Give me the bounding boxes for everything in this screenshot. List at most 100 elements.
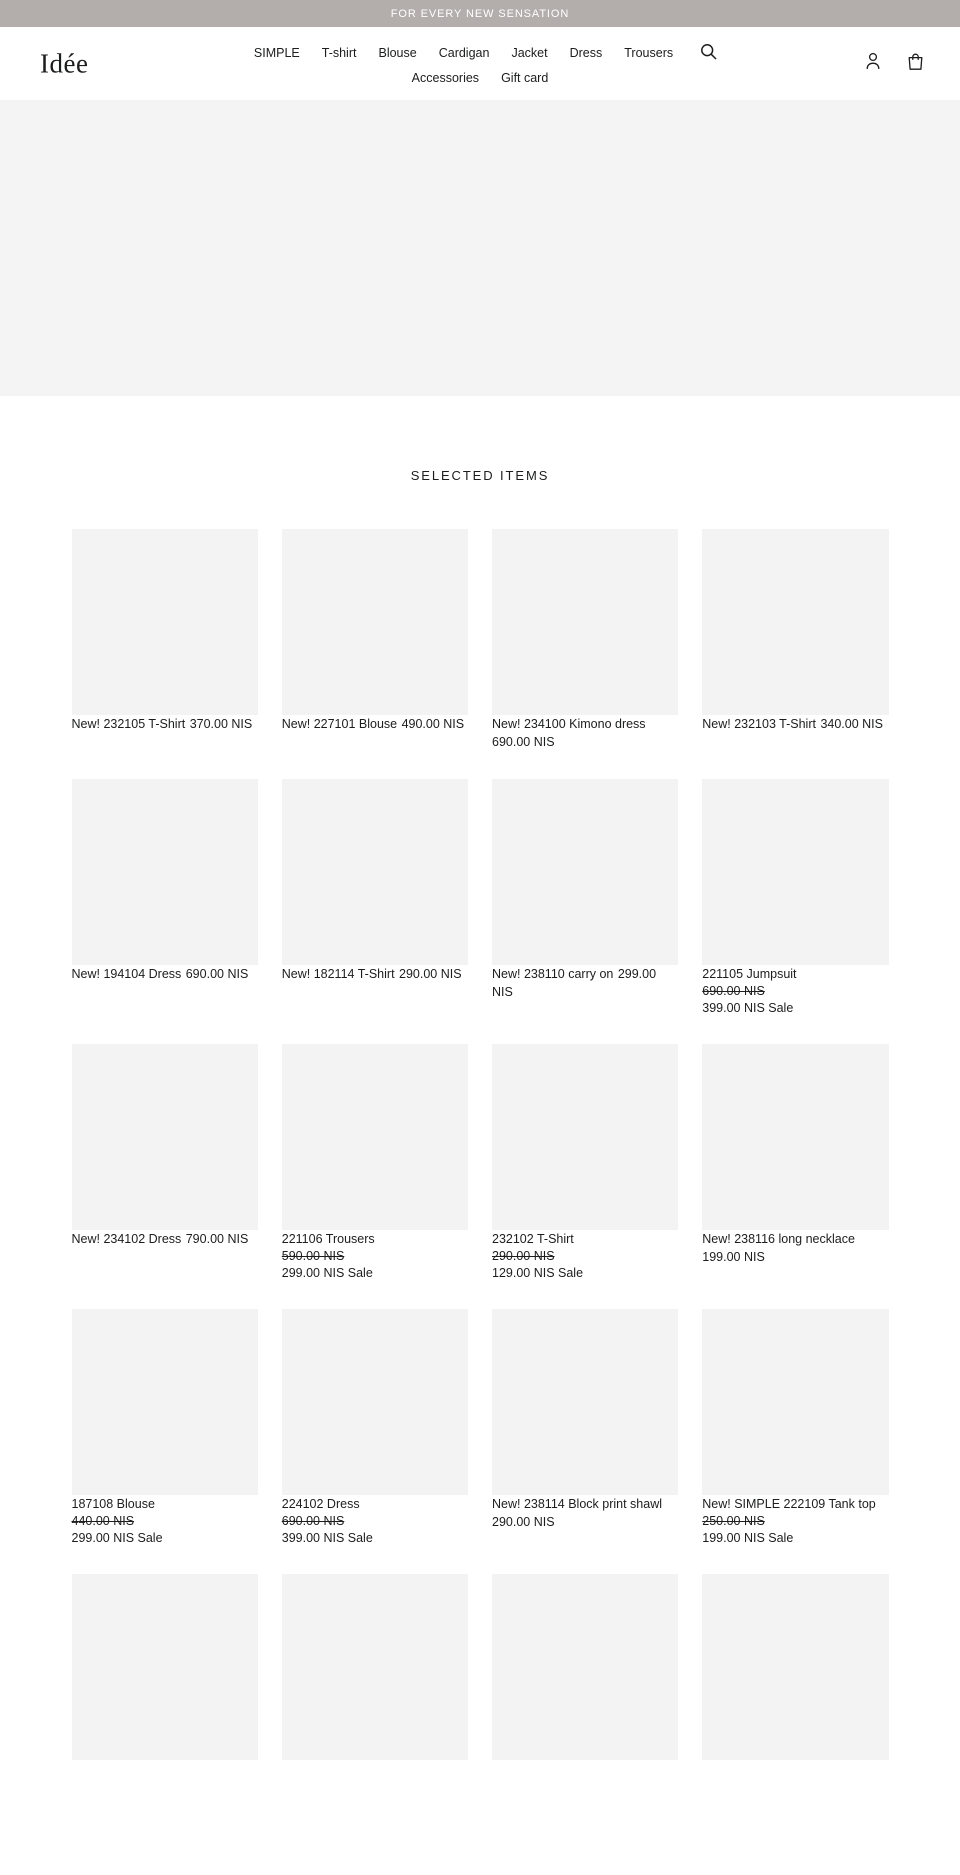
product-image xyxy=(281,779,468,965)
price-sale: 299.00 NIS Sale xyxy=(281,1265,373,1280)
section-title: SELECTED ITEMS xyxy=(410,468,550,483)
product-card[interactable]: New! 234100 Kimono dress 690.00 NIS xyxy=(492,529,679,751)
cart-icon xyxy=(907,52,924,76)
product-info: New! 232103 T-Shirt 340.00 NIS xyxy=(702,702,883,732)
price-regular: 290.00 NIS xyxy=(399,967,462,981)
product-title: New! SIMPLE 222109 Tank top xyxy=(702,1497,876,1511)
product-price: 690.00 NIS xyxy=(492,735,555,749)
product-card[interactable] xyxy=(281,1574,468,1760)
product-title: New! 238114 Block print shawl xyxy=(492,1497,662,1511)
product-card[interactable]: 221106 Trousers 590.00 NIS 299.00 NIS Sa… xyxy=(281,1044,468,1281)
product-card[interactable]: 224102 Dress 690.00 NIS 399.00 NIS Sale xyxy=(281,1309,468,1546)
product-card[interactable]: New! SIMPLE 222109 Tank top 250.00 NIS 1… xyxy=(702,1309,889,1546)
product-image xyxy=(281,1574,468,1760)
nav-item-tshirt[interactable]: T-shirt xyxy=(311,46,368,61)
price-compare-at: 250.00 NIS xyxy=(702,1514,765,1528)
product-price: 340.00 NIS xyxy=(820,717,883,731)
product-title: New! 234102 Dress xyxy=(71,1232,182,1246)
product-image xyxy=(71,1309,258,1495)
price-sale: 399.00 NIS Sale xyxy=(702,1000,794,1015)
price-sale: 399.00 NIS Sale xyxy=(281,1530,373,1545)
product-card[interactable] xyxy=(492,1574,679,1760)
product-card[interactable]: New! 232103 T-Shirt 340.00 NIS xyxy=(702,529,889,751)
nav-item-simple[interactable]: SIMPLE xyxy=(243,46,311,61)
product-card[interactable]: New! 182114 T-Shirt 290.00 NIS xyxy=(281,779,468,1016)
search-button[interactable] xyxy=(684,43,717,63)
nav-item-dress[interactable]: Dress xyxy=(559,46,614,61)
product-card[interactable]: New! 238114 Block print shawl 290.00 NIS xyxy=(492,1309,679,1546)
price-regular: 490.00 NIS xyxy=(401,717,465,731)
price-regular: 790.00 NIS xyxy=(185,1232,249,1246)
product-image xyxy=(492,779,679,965)
product-price: 590.00 NIS 299.00 NIS Sale xyxy=(282,1248,468,1281)
product-image xyxy=(281,1309,468,1495)
product-title: New! 238110 carry on xyxy=(492,967,614,981)
price-regular: 340.00 NIS xyxy=(820,717,883,731)
product-info: New! 234102 Dress 790.00 NIS xyxy=(72,1217,249,1247)
nav-item-jacket[interactable]: Jacket xyxy=(500,46,558,61)
nav-item-trousers[interactable]: Trousers xyxy=(613,46,684,61)
main-navigation: SIMPLE T-shirt Blouse Cardigan Jacket Dr… xyxy=(0,27,960,100)
price-sale: 129.00 NIS Sale xyxy=(492,1265,584,1280)
product-card[interactable]: New! 194104 Dress 690.00 NIS xyxy=(71,779,258,1016)
cart-button[interactable] xyxy=(903,48,928,80)
product-info: New! 182114 T-Shirt 290.00 NIS xyxy=(282,952,462,982)
nav-row-primary: SIMPLE T-shirt Blouse Cardigan Jacket Dr… xyxy=(243,43,717,63)
product-image xyxy=(702,779,889,965)
product-price: 250.00 NIS 199.00 NIS Sale xyxy=(702,1513,888,1546)
price-sale: 299.00 NIS Sale xyxy=(71,1530,163,1545)
product-card[interactable]: 187108 Blouse 440.00 NIS 299.00 NIS Sale xyxy=(71,1309,258,1546)
product-price: 690.00 NIS 399.00 NIS Sale xyxy=(702,983,888,1016)
product-image xyxy=(71,779,258,965)
product-info: New! SIMPLE 222109 Tank top 250.00 NIS 1… xyxy=(702,1482,888,1546)
price-compare-at: 590.00 NIS xyxy=(281,1249,345,1263)
product-title: New! 232103 T-Shirt xyxy=(702,717,816,731)
product-price: 440.00 NIS 299.00 NIS Sale xyxy=(72,1513,258,1546)
nav-item-cardigan[interactable]: Cardigan xyxy=(428,46,501,61)
product-price: 199.00 NIS xyxy=(702,1250,765,1264)
price-regular: 690.00 NIS xyxy=(185,967,249,981)
price-regular: 690.00 NIS xyxy=(492,735,555,749)
product-image xyxy=(492,529,679,715)
price-regular: 290.00 NIS xyxy=(492,1515,555,1529)
product-info: New! 227101 Blouse 490.00 NIS xyxy=(282,702,464,732)
nav-item-blouse[interactable]: Blouse xyxy=(367,46,427,61)
product-card[interactable]: 232102 T-Shirt 290.00 NIS 129.00 NIS Sal… xyxy=(492,1044,679,1281)
nav-item-accessories[interactable]: Accessories xyxy=(401,71,490,86)
price-compare-at: 690.00 NIS xyxy=(702,984,765,998)
product-card[interactable] xyxy=(71,1574,258,1760)
product-card[interactable]: New! 238110 carry on 299.00 NIS xyxy=(492,779,679,1016)
product-image xyxy=(281,529,468,715)
product-image xyxy=(702,1574,889,1760)
product-info: New! 238116 long necklace 199.00 NIS xyxy=(702,1217,855,1265)
product-card[interactable]: New! 234102 Dress 790.00 NIS xyxy=(71,1044,258,1281)
product-price: 490.00 NIS xyxy=(402,717,465,731)
product-title: 221106 Trousers xyxy=(281,1232,375,1246)
hero-banner[interactable] xyxy=(0,100,960,396)
product-card[interactable] xyxy=(702,1574,889,1760)
product-card[interactable]: New! 227101 Blouse 490.00 NIS xyxy=(281,529,468,751)
product-price: 370.00 NIS xyxy=(190,717,253,731)
product-image xyxy=(281,1044,468,1230)
price-sale: 199.00 NIS Sale xyxy=(702,1530,794,1545)
product-grid: New! 232105 T-Shirt 370.00 NIS New! 2271… xyxy=(71,529,889,1760)
product-info: New! 238114 Block print shawl 290.00 NIS xyxy=(492,1482,662,1530)
product-title: New! 227101 Blouse xyxy=(281,717,398,731)
product-image xyxy=(492,1044,679,1230)
search-icon xyxy=(700,43,717,63)
account-button[interactable] xyxy=(861,48,885,79)
product-price: 690.00 NIS 399.00 NIS Sale xyxy=(282,1513,468,1546)
nav-item-gift-card[interactable]: Gift card xyxy=(490,71,559,86)
price-regular: 199.00 NIS xyxy=(702,1250,765,1264)
product-image xyxy=(492,1574,679,1760)
announcement-text: FOR EVERY NEW SENSATION xyxy=(390,7,570,20)
product-card[interactable]: 221105 Jumpsuit 690.00 NIS 399.00 NIS Sa… xyxy=(702,779,889,1016)
product-card[interactable]: New! 232105 T-Shirt 370.00 NIS xyxy=(71,529,258,751)
price-regular: 370.00 NIS xyxy=(189,717,253,731)
product-price: 690.00 NIS xyxy=(186,967,249,981)
product-title: 232102 T-Shirt xyxy=(492,1232,574,1246)
product-card[interactable]: New! 238116 long necklace 199.00 NIS xyxy=(702,1044,889,1281)
product-image xyxy=(702,529,889,715)
product-image xyxy=(71,1574,258,1760)
announcement-bar: FOR EVERY NEW SENSATION xyxy=(0,0,960,27)
